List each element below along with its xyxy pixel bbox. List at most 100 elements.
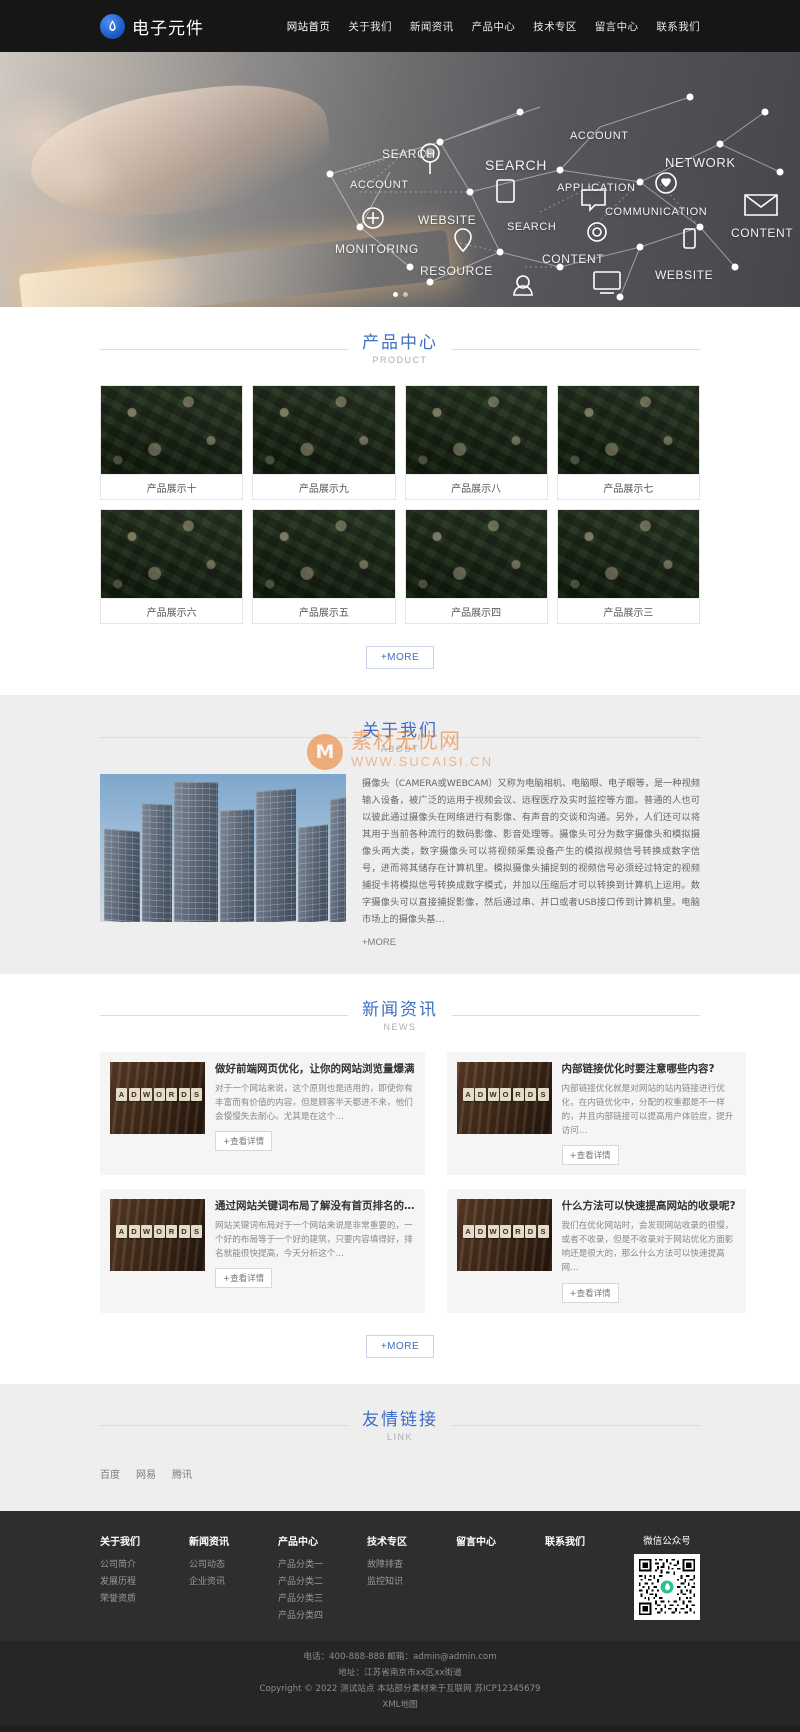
news-description: 网站关键词布局对于一个网站来说是非常重要的，一个好的布局等于一个好的建筑，只要内… <box>215 1220 413 1260</box>
product-image <box>253 386 395 475</box>
news-detail-button[interactable]: +查看详情 <box>561 1145 619 1166</box>
footer-column-title: 技术专区 <box>367 1536 407 1548</box>
product-name: 产品展示九 <box>253 474 395 499</box>
divider-left <box>100 348 348 350</box>
letter-tile: W <box>141 1225 152 1239</box>
divider-left <box>100 1425 348 1427</box>
wechat-qr-icon <box>634 1553 700 1620</box>
hero-banner: ACCOUNT SEARCH SEARCH NETWORK ACCOUNT APPLICA… <box>0 52 800 307</box>
news-section: 新闻资讯 NEWS A D W O R D S 做好前端网页优化，让你的网站浏览… <box>0 974 800 1384</box>
product-card[interactable]: 产品展示六 <box>100 509 244 625</box>
footer-link[interactable]: 荣誉资质 <box>100 1591 160 1608</box>
link-section-header: 友情链接 LINK <box>100 1384 700 1462</box>
product-section-header: 产品中心 PRODUCT <box>100 307 700 385</box>
letter-tile: O <box>153 1087 165 1101</box>
about-text: 摄像头（CAMERA或WEBCAM）又称为电脑相机、电脑眼、电子眼等，是一种视频… <box>362 777 700 925</box>
product-card[interactable]: 产品展示三 <box>556 509 700 625</box>
letter-tile: A <box>116 1087 127 1101</box>
product-card[interactable]: 产品展示四 <box>404 509 548 625</box>
site-footer: 关于我们 公司简介 发展历程 荣誉资质 新闻资讯 公司动态 企业资讯 产品中心 … <box>0 1510 800 1732</box>
qr-title: 微信公众号 <box>643 1535 691 1547</box>
footer-column-message: 留言中心 <box>456 1533 516 1625</box>
footer-sitemap-link[interactable]: XML地图 <box>0 1698 800 1714</box>
carousel-dots <box>0 292 800 297</box>
news-detail-button[interactable]: +查看详情 <box>561 1282 619 1303</box>
footer-link[interactable]: 公司简介 <box>100 1557 160 1574</box>
friendly-link-baidu[interactable]: 百度 <box>100 1466 120 1481</box>
link-title-cn: 友情链接 <box>362 1409 438 1430</box>
letter-tile: D <box>475 1225 486 1239</box>
footer-column-tech: 技术专区 故障排查 监控知识 <box>367 1533 427 1625</box>
news-card[interactable]: A D W O R D S 做好前端网页优化，让你的网站浏览量爆满 对于一个网站… <box>100 1051 425 1176</box>
letter-tile: R <box>166 1225 177 1239</box>
nav-item-tech[interactable]: 技术专区 <box>533 19 577 34</box>
news-card[interactable]: A D W O R D S 通过网站关键词布局了解没有首页排名的… 网站关键词布… <box>100 1189 425 1313</box>
nav-item-home[interactable]: 网站首页 <box>287 19 331 34</box>
about-more-link[interactable]: +MORE <box>362 937 396 948</box>
nav-item-products[interactable]: 产品中心 <box>472 19 516 34</box>
footer-column-title: 产品中心 <box>278 1536 318 1548</box>
news-grid: A D W O R D S 做好前端网页优化，让你的网站浏览量爆满 对于一个网站… <box>100 1051 746 1317</box>
footer-contact: 电话：400-888-888 邮箱：admin@admin.com <box>303 1652 497 1663</box>
news-thumbnail: A D W O R D S <box>456 1061 552 1134</box>
product-card[interactable]: 产品展示十 <box>100 385 244 501</box>
product-card[interactable]: 产品展示五 <box>252 509 396 625</box>
about-image <box>100 773 346 922</box>
footer-link[interactable]: 公司动态 <box>189 1557 249 1574</box>
footer-column-about: 关于我们 公司简介 发展历程 荣誉资质 <box>100 1533 160 1625</box>
footer-column-title: 联系我们 <box>545 1536 585 1548</box>
footer-link[interactable]: 企业资讯 <box>189 1574 249 1591</box>
footer-link[interactable]: 故障排查 <box>367 1557 427 1574</box>
product-name: 产品展示六 <box>101 598 243 623</box>
friendly-link-netease[interactable]: 网易 <box>136 1466 156 1481</box>
footer-column-contact: 联系我们 <box>545 1533 605 1625</box>
footer-link[interactable]: 发展历程 <box>100 1574 160 1591</box>
footer-edge <box>0 1725 800 1732</box>
banner-label: ACCOUNT <box>350 179 409 191</box>
letter-tile: R <box>166 1087 177 1101</box>
product-name: 产品展示五 <box>253 598 395 623</box>
news-card[interactable]: A D W O R D S 内部链接优化时要注意哪些内容? 内部链接优化就是对网… <box>446 1051 746 1176</box>
banner-label: CONTENT <box>542 252 605 266</box>
news-card[interactable]: A D W O R D S 什么方法可以快速提高网站的收录呢? 我们在优化网站时… <box>446 1189 746 1313</box>
product-title-en: PRODUCT <box>372 355 428 366</box>
nav-item-message[interactable]: 留言中心 <box>595 19 639 34</box>
news-thumbnail: A D W O R D S <box>110 1061 205 1134</box>
footer-link[interactable]: 产品分类二 <box>278 1574 338 1591</box>
footer-link[interactable]: 产品分类一 <box>278 1557 338 1574</box>
qr-center-logo-icon <box>658 1578 676 1596</box>
product-image <box>253 510 395 599</box>
letter-tile: A <box>462 1225 474 1239</box>
letter-tile: A <box>462 1087 474 1101</box>
footer-bottom: 电话：400-888-888 邮箱：admin@admin.com 地址：江苏省… <box>0 1641 800 1726</box>
news-detail-button[interactable]: +查看详情 <box>215 1268 273 1289</box>
nav-item-about[interactable]: 关于我们 <box>348 19 392 34</box>
news-thumbnail: A D W O R D S <box>456 1199 552 1272</box>
nav-item-news[interactable]: 新闻资讯 <box>410 19 454 34</box>
footer-columns: 关于我们 公司简介 发展历程 荣誉资质 新闻资讯 公司动态 企业资讯 产品中心 … <box>100 1533 700 1625</box>
product-grid: 产品展示十 产品展示九 产品展示八 产品展示七 产品展示六 产品展示五 产品展示… <box>100 385 700 628</box>
letter-tile: D <box>128 1225 140 1239</box>
banner-label: ACCOUNT <box>570 130 629 142</box>
friendly-link-tencent[interactable]: 腾讯 <box>172 1466 192 1481</box>
footer-link[interactable]: 产品分类四 <box>278 1608 338 1625</box>
footer-link[interactable]: 监控知识 <box>367 1574 427 1591</box>
news-more-button[interactable]: +MORE <box>365 1334 435 1358</box>
news-detail-button[interactable]: +查看详情 <box>215 1131 273 1152</box>
letter-tile: D <box>525 1225 536 1239</box>
news-title: 内部链接优化时要注意哪些内容? <box>561 1062 715 1075</box>
news-thumbnail: A D W O R D S <box>110 1199 205 1272</box>
logo[interactable]: 电子元件 <box>100 13 204 39</box>
product-card[interactable]: 产品展示八 <box>404 385 548 501</box>
carousel-dot-1[interactable] <box>392 292 398 297</box>
product-image <box>405 510 547 599</box>
footer-link[interactable]: 产品分类三 <box>278 1591 338 1608</box>
letter-tile: A <box>116 1225 127 1239</box>
nav-item-contact[interactable]: 联系我们 <box>656 19 700 34</box>
product-name: 产品展示十 <box>101 474 243 499</box>
product-card[interactable]: 产品展示九 <box>252 385 396 501</box>
product-image <box>405 386 547 475</box>
product-more-button[interactable]: +MORE <box>365 646 435 670</box>
product-card[interactable]: 产品展示七 <box>556 385 700 501</box>
carousel-dot-2[interactable] <box>402 292 408 297</box>
